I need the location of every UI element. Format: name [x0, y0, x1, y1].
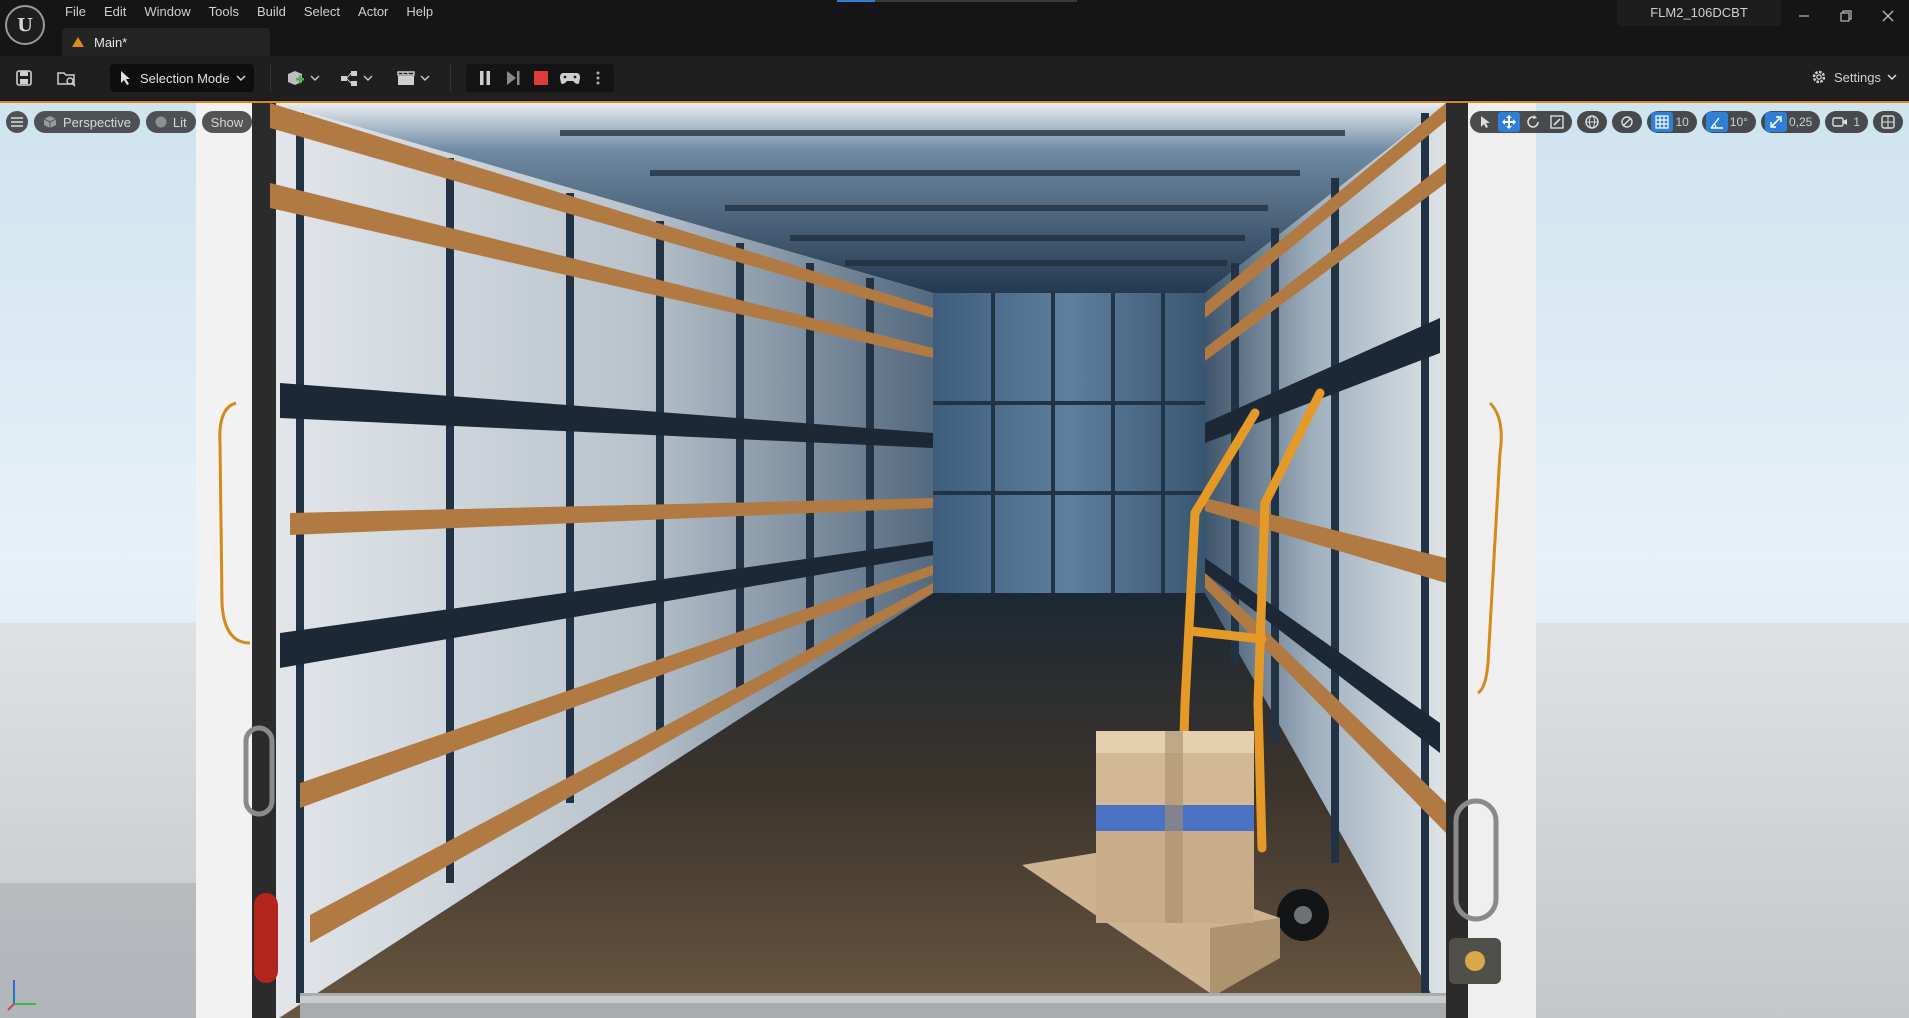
- content-browser-icon[interactable]: [54, 66, 80, 90]
- rotate-tool-icon[interactable]: [1522, 112, 1544, 132]
- rotation-snap-value: 10°: [1729, 115, 1748, 129]
- angle-snap-icon[interactable]: [1705, 112, 1728, 132]
- hamburger-icon: [11, 117, 23, 127]
- menu-tools[interactable]: Tools: [200, 0, 248, 24]
- toolbar-separator: [270, 64, 271, 92]
- menu-file[interactable]: File: [56, 0, 95, 24]
- viewport-toolbar-left: Perspective Lit Show: [6, 111, 253, 133]
- main-menu: File Edit Window Tools Build Select Acto…: [56, 0, 442, 24]
- menu-build[interactable]: Build: [248, 0, 295, 24]
- restore-icon[interactable]: [1825, 0, 1867, 32]
- settings-button[interactable]: Settings: [1810, 68, 1897, 86]
- camera-speed-value: 1: [1853, 115, 1860, 129]
- coordinate-system: [1577, 111, 1608, 133]
- menu-help[interactable]: Help: [397, 0, 442, 24]
- cinematics-button[interactable]: [394, 66, 434, 90]
- scale-snap[interactable]: 0,25: [1760, 111, 1821, 133]
- menu-select[interactable]: Select: [295, 0, 349, 24]
- project-name: FLM2_106DCBT: [1617, 0, 1781, 26]
- unreal-engine-logo-icon[interactable]: U: [5, 5, 45, 45]
- selection-mode-dropdown[interactable]: Selection Mode: [110, 64, 254, 92]
- viewport-menu-button[interactable]: [6, 111, 28, 133]
- perspective-label: Perspective: [63, 114, 131, 130]
- window-controls: [1783, 0, 1909, 32]
- select-tool-icon[interactable]: [1474, 112, 1496, 132]
- main-toolbar: Selection Mode Settings: [0, 56, 1909, 101]
- menu-window[interactable]: Window: [135, 0, 199, 24]
- more-options-icon[interactable]: [590, 66, 606, 90]
- menu-edit[interactable]: Edit: [95, 0, 135, 24]
- chevron-down-icon: [236, 75, 246, 81]
- show-button[interactable]: Show: [201, 111, 253, 133]
- settings-label: Settings: [1834, 69, 1881, 85]
- scale-snap-icon[interactable]: [1764, 112, 1787, 132]
- rotation-snap[interactable]: 10°: [1701, 111, 1756, 133]
- viewport-layout-icon[interactable]: [1877, 112, 1899, 132]
- pause-icon[interactable]: [474, 66, 496, 90]
- level-icon: [72, 37, 84, 47]
- title-bar: U File Edit Window Tools Build Select Ac…: [0, 0, 1909, 56]
- cube-icon: [43, 116, 57, 128]
- viewport-toolbar-right: 10 10° 0,25 1: [1470, 111, 1903, 133]
- scale-tool-icon[interactable]: [1546, 112, 1568, 132]
- viewport-scene: [0, 103, 1909, 1018]
- scale-snap-value: 0,25: [1788, 115, 1813, 129]
- camera-icon[interactable]: [1829, 112, 1851, 132]
- grid-snap[interactable]: 10: [1647, 111, 1697, 133]
- add-actor-button[interactable]: [284, 66, 324, 90]
- close-icon[interactable]: [1867, 0, 1909, 32]
- world-globe-icon[interactable]: [1581, 112, 1603, 132]
- menu-actor[interactable]: Actor: [349, 0, 397, 24]
- toolbar-separator: [450, 64, 451, 92]
- step-frame-icon[interactable]: [502, 66, 524, 90]
- axis-gizmo-icon: [7, 980, 36, 1011]
- surface-snap-icon[interactable]: [1616, 112, 1638, 132]
- surface-snapping: [1612, 111, 1643, 133]
- perspective-button[interactable]: Perspective: [34, 111, 140, 133]
- camera-speed[interactable]: 1: [1825, 111, 1868, 133]
- grid-snap-icon[interactable]: [1651, 112, 1674, 132]
- level-viewport[interactable]: Perspective Lit Show 10 10° 0,25 1: [0, 101, 1909, 1018]
- gear-icon: [1812, 70, 1826, 84]
- minimize-icon[interactable]: [1783, 0, 1825, 32]
- lit-label: Lit: [172, 114, 187, 130]
- save-icon[interactable]: [12, 66, 36, 90]
- selection-mode-label: Selection Mode: [140, 70, 230, 86]
- selection-cursor-icon: [121, 71, 130, 85]
- grid-snap-value: 10: [1675, 115, 1689, 129]
- stop-icon[interactable]: [530, 66, 552, 90]
- blueprint-button[interactable]: [338, 66, 378, 90]
- chevron-down-icon: [1887, 74, 1897, 80]
- level-tab-label: Main*: [94, 34, 128, 50]
- transform-tools: [1470, 111, 1573, 133]
- progress-bar: [837, 0, 1077, 2]
- move-tool-icon[interactable]: [1498, 112, 1521, 132]
- possess-eject-icon[interactable]: [558, 66, 582, 90]
- show-label: Show: [210, 114, 244, 130]
- lit-sphere-icon: [155, 116, 167, 128]
- progress-fill: [837, 0, 876, 2]
- level-tab[interactable]: Main*: [62, 28, 270, 56]
- viewport-layout: [1873, 111, 1903, 133]
- view-mode-button[interactable]: Lit: [145, 111, 196, 133]
